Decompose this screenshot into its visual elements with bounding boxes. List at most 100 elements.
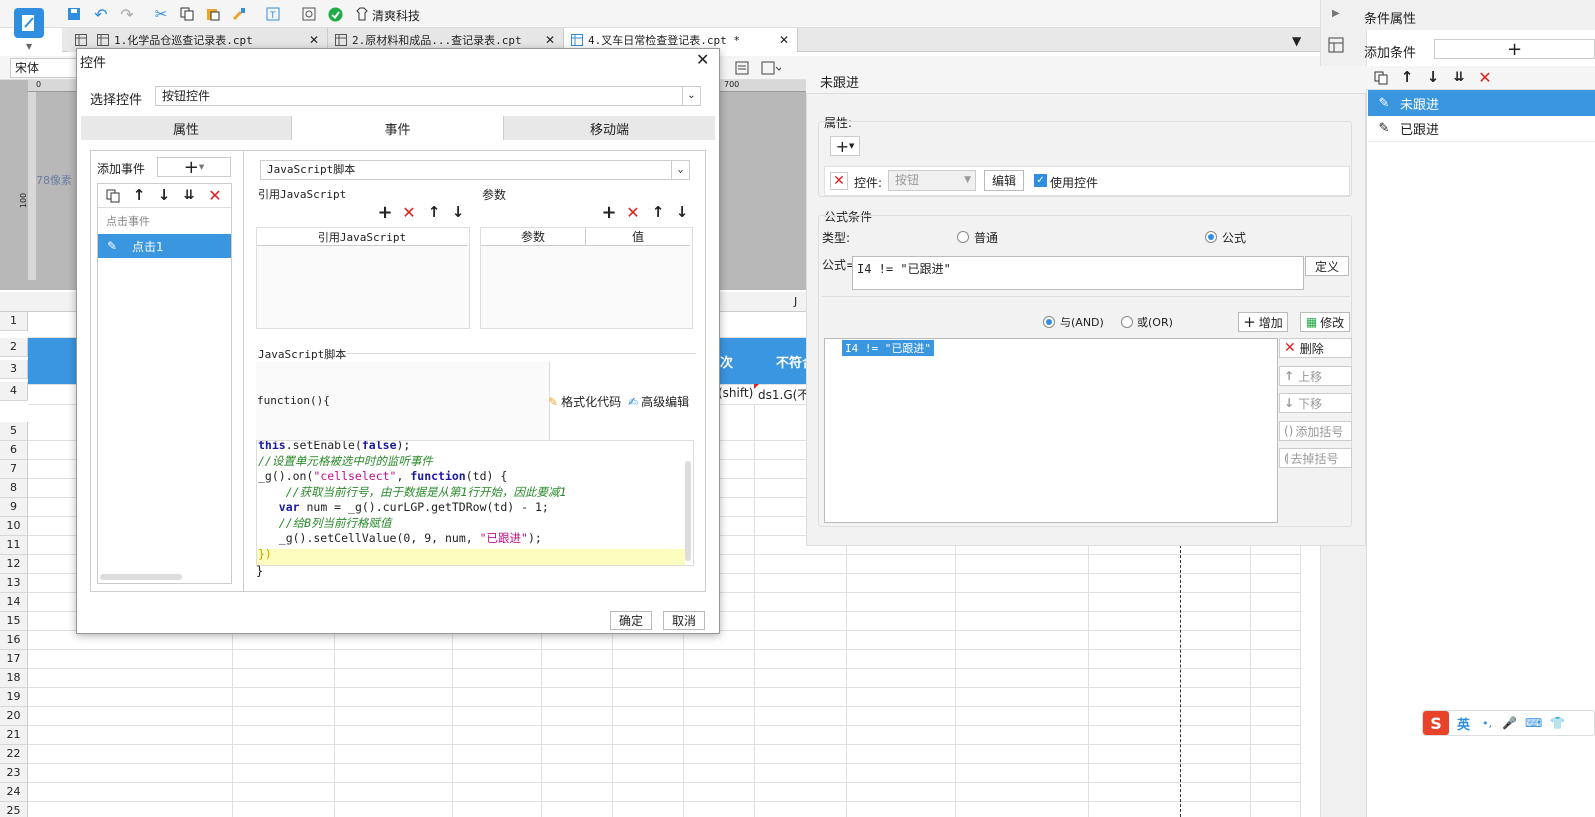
move-up-button[interactable]: ↑ 上移	[1279, 366, 1352, 386]
copy-icon[interactable]	[104, 187, 122, 205]
row-number[interactable]: 22	[0, 745, 28, 764]
tab-close-icon[interactable]: ✕	[545, 33, 555, 47]
row-number[interactable]: 2	[0, 338, 28, 357]
row-number[interactable]: 12	[0, 555, 28, 574]
row-number[interactable]: 13	[0, 574, 28, 593]
script-type-dropdown[interactable]: JavaScript脚本 ⌄	[260, 160, 690, 180]
preview-icon[interactable]	[300, 5, 318, 23]
add-param-icon[interactable]: +	[601, 202, 617, 223]
row-number[interactable]: 21	[0, 726, 28, 745]
add-ref-icon[interactable]: +	[377, 202, 393, 223]
copy-icon[interactable]	[1372, 69, 1390, 87]
row-number[interactable]: 20	[0, 707, 28, 726]
move-up-icon[interactable]: ↑	[130, 186, 148, 204]
ime-bar[interactable]: S 英 •, 🎤 ⌨ 👕	[1422, 710, 1595, 736]
edit-button[interactable]: 编辑	[984, 170, 1024, 191]
condition-list[interactable]	[824, 338, 1278, 523]
condition-item-unfollowed[interactable]: ✎ 未跟进	[1368, 90, 1595, 116]
cell-shift[interactable]: (shift)	[718, 386, 753, 400]
modify-button[interactable]: ▦ 修改	[1300, 312, 1350, 332]
formula-input[interactable]: I4 != "已跟进"	[852, 256, 1304, 290]
tab-mobile[interactable]: 移动端	[504, 116, 715, 140]
select-control-dropdown[interactable]: 按钮控件 ⌄	[155, 86, 701, 106]
row-number[interactable]: 18	[0, 669, 28, 688]
move-down-icon[interactable]: ↓	[155, 186, 173, 204]
delete-icon[interactable]: ✕	[1476, 68, 1494, 87]
move-down-icon[interactable]: ↓	[1424, 68, 1442, 86]
delete-button[interactable]: ✕ 删除	[1279, 338, 1352, 358]
radio-normal[interactable]	[957, 231, 969, 243]
radio-formula[interactable]	[1205, 231, 1217, 243]
row-number[interactable]: 23	[0, 764, 28, 783]
sort-icon[interactable]: ⇊	[180, 186, 198, 204]
control-select[interactable]: 按钮 ▼	[888, 170, 976, 191]
cancel-button[interactable]: 取消	[663, 611, 705, 630]
row-number[interactable]: 24	[0, 783, 28, 802]
define-button[interactable]: 定义	[1305, 256, 1349, 276]
move-up-ref-icon[interactable]: ↑	[426, 203, 442, 221]
move-down-button[interactable]: ↓ 下移	[1279, 393, 1352, 413]
delete-icon[interactable]: ✕	[206, 186, 224, 205]
add-attr-button[interactable]: + ▼	[830, 136, 860, 156]
code-scrollbar[interactable]	[685, 461, 691, 561]
condition-list-item[interactable]: I4 != "已跟进"	[842, 340, 934, 356]
align-icon[interactable]	[734, 60, 750, 76]
delete-param-icon[interactable]: ✕	[625, 203, 641, 222]
template-icon[interactable]: T	[264, 5, 282, 23]
add-button[interactable]: + 增加	[1238, 312, 1288, 332]
row-number[interactable]: 15	[0, 612, 28, 631]
move-down-param-icon[interactable]: ↓	[674, 203, 690, 221]
row-number[interactable]: 1	[0, 312, 28, 331]
row-number[interactable]: 6	[0, 441, 28, 460]
check-icon[interactable]	[326, 5, 344, 23]
move-up-icon[interactable]: ↑	[1398, 68, 1416, 86]
event-item-click1[interactable]: ✎ 点击1	[98, 234, 231, 258]
row-number[interactable]: 11	[0, 536, 28, 555]
row-number[interactable]: 14	[0, 593, 28, 612]
add-condition-button[interactable]: +	[1434, 39, 1595, 60]
tab-properties[interactable]: 属性	[81, 116, 291, 140]
save-icon[interactable]	[66, 6, 82, 22]
tab-close-icon[interactable]: ✕	[309, 33, 319, 47]
advanced-edit-button[interactable]: ✍ 高级编辑	[628, 393, 689, 410]
copy-icon[interactable]	[178, 5, 196, 23]
cell-ds[interactable]: ds1.G(不	[758, 386, 808, 403]
panel-layout-icon[interactable]	[1327, 36, 1345, 54]
logo-dropdown-icon[interactable]: ▼	[26, 42, 32, 51]
event-list-scrollbar[interactable]	[100, 574, 182, 580]
tab-menu-icon[interactable]: ▼	[1292, 34, 1301, 48]
row-number[interactable]: 4	[0, 382, 28, 401]
tab-events[interactable]: 事件	[291, 116, 504, 140]
row-number[interactable]: 5	[0, 422, 28, 441]
remove-attr-icon[interactable]: ✕	[830, 172, 848, 190]
add-event-button[interactable]: + ▼	[157, 157, 231, 178]
row-number[interactable]: 19	[0, 688, 28, 707]
ok-button[interactable]: 确定	[610, 611, 652, 630]
designer-logo-icon[interactable]	[14, 8, 44, 38]
expand-arrow-icon[interactable]: ▶	[1332, 8, 1340, 19]
row-number[interactable]: 7	[0, 460, 28, 479]
radio-and[interactable]	[1043, 316, 1055, 328]
undo-icon[interactable]: ↶	[92, 5, 110, 24]
format-brush-icon[interactable]	[230, 5, 248, 23]
code-editor[interactable]: this.setEnable(false); //设置单元格被选中时的监听事件 …	[256, 440, 694, 566]
row-number[interactable]: 10	[0, 517, 28, 536]
row-number[interactable]: 9	[0, 498, 28, 517]
add-bracket-button[interactable]: () 添加括号	[1279, 421, 1352, 441]
remove-bracket-button[interactable]: ⟬ 去掉括号	[1279, 448, 1352, 468]
radio-or[interactable]	[1121, 316, 1133, 328]
cut-icon[interactable]: ✂	[152, 5, 170, 23]
row-number[interactable]: 3	[0, 360, 28, 379]
move-up-param-icon[interactable]: ↑	[650, 203, 666, 221]
row-number[interactable]: 17	[0, 650, 28, 669]
use-control-checkbox[interactable]: ✓	[1034, 174, 1047, 187]
dialog-close-icon[interactable]: ✕	[696, 50, 709, 69]
border-icon[interactable]	[760, 60, 782, 76]
condition-item-followed[interactable]: ✎ 已跟进	[1368, 116, 1595, 142]
delete-ref-icon[interactable]: ✕	[401, 203, 417, 222]
format-code-button[interactable]: ✎ 格式化代码	[548, 393, 621, 410]
font-select[interactable]: 宋体	[10, 58, 80, 78]
sort-icon[interactable]: ⇊	[1450, 68, 1468, 86]
paste-icon[interactable]	[204, 5, 222, 23]
column-header-j[interactable]: J	[794, 295, 797, 308]
